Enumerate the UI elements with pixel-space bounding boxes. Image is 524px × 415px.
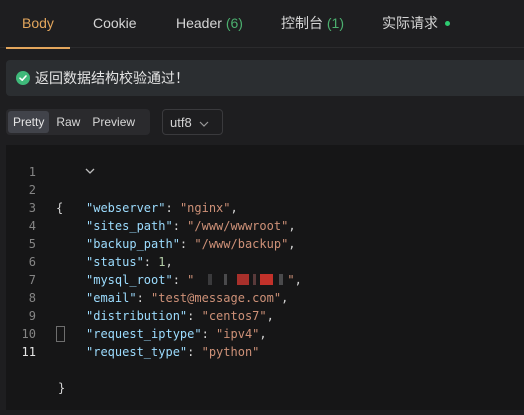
tab-cookie-label: Cookie — [93, 15, 137, 31]
line-number: 11 — [21, 345, 36, 359]
encoding-select[interactable]: utf8 — [162, 109, 223, 135]
code-line: 4 "backup_path": "/www/backup", — [6, 199, 524, 251]
tab-header-label: Header — [176, 15, 222, 31]
tab-cookie[interactable]: Cookie — [93, 0, 137, 48]
view-mode-toggle: Pretty Raw Preview — [6, 109, 150, 135]
tab-console-count: (1) — [326, 15, 345, 31]
validation-success-banner: 返回数据结构校验通过！ — [6, 60, 524, 96]
tab-actual-request-label: 实际请求 — [382, 15, 438, 31]
code-line: 10 "request_type": "python" — [6, 307, 524, 359]
tab-body[interactable]: Body — [6, 0, 70, 49]
tab-console-label: 控制台 — [281, 15, 323, 31]
code-line: 2 "webserver": "nginx", — [6, 163, 524, 215]
json-string: "python" — [201, 345, 260, 359]
code-line: 9 "request_iptype": "ipv4", — [6, 289, 524, 341]
text-cursor — [56, 326, 65, 342]
check-circle-icon — [16, 71, 30, 85]
json-brace: } — [58, 381, 66, 395]
tab-header[interactable]: Header (6) — [176, 0, 243, 48]
view-preview-button[interactable]: Preview — [87, 111, 140, 133]
response-body-editor[interactable]: 1 { 2 "webserver": "nginx", 3 "sites_pat… — [6, 145, 524, 410]
response-tabs: Body Cookie Header (6) 控制台 (1) 实际请求 — [0, 0, 524, 49]
code-line: 11 } — [6, 325, 524, 395]
tab-header-count: (6) — [225, 15, 243, 31]
code-line: 7 "email": "test@message.com", — [6, 253, 524, 305]
view-pretty-button[interactable]: Pretty — [8, 111, 50, 133]
tab-body-label: Body — [22, 15, 54, 31]
code-line: 6 "mysql_root": " ", — [6, 235, 524, 287]
validation-message: 返回数据结构校验通过！ — [35, 70, 189, 86]
encoding-value: utf8 — [170, 114, 192, 130]
code-line: 8 "distribution": "centos7", — [6, 271, 524, 323]
chevron-down-icon — [199, 115, 209, 130]
code-line: 1 { — [6, 145, 524, 215]
code-line: 3 "sites_path": "/www/wwwroot", — [6, 181, 524, 233]
json-key: "request_type" — [86, 345, 188, 359]
tab-console[interactable]: 控制台 (1) — [281, 0, 344, 48]
view-raw-button[interactable]: Raw — [51, 111, 85, 133]
status-dot-icon — [444, 20, 450, 26]
tab-actual-request[interactable]: 实际请求 — [382, 0, 450, 48]
code-line: 5 "status": 1, — [6, 217, 524, 269]
